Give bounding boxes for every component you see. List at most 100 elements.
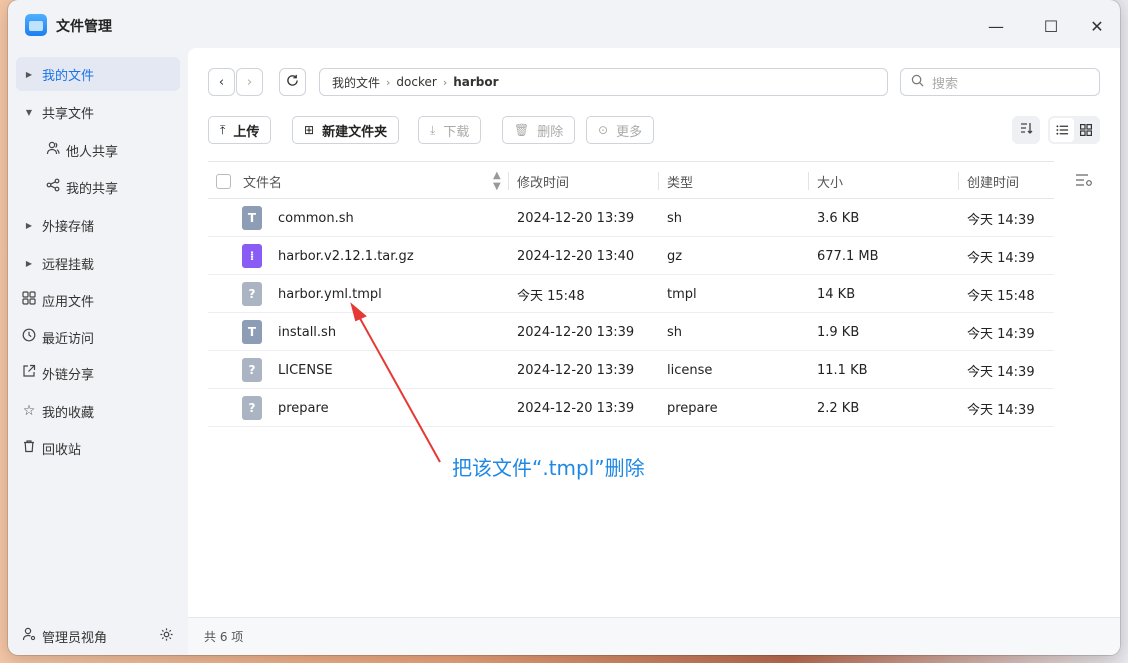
more-label: 更多 bbox=[616, 124, 643, 140]
sort-button[interactable] bbox=[1012, 116, 1040, 144]
users-icon bbox=[40, 141, 66, 159]
column-settings-icon[interactable] bbox=[1075, 172, 1093, 192]
file-modified: 2024-12-20 13:39 bbox=[517, 210, 635, 226]
more-button[interactable]: ⊙ 更多 bbox=[586, 116, 655, 144]
title-bar: 文件管理 — ☐ ✕ bbox=[8, 0, 1120, 50]
refresh-icon bbox=[286, 74, 299, 91]
unknown-file-icon: ? bbox=[242, 358, 262, 382]
sidebar-item-label: 外接存储 bbox=[42, 219, 95, 235]
upload-label: 上传 bbox=[233, 124, 260, 140]
new-folder-button[interactable]: ⊞ 新建文件夹 bbox=[292, 116, 400, 144]
chevron-right-icon: › bbox=[246, 74, 253, 90]
trash-icon: 🗑︎ bbox=[514, 123, 530, 137]
annotation-text: 把该文件“.tmpl”删除 bbox=[452, 456, 645, 480]
sidebar-item-label: 最近访问 bbox=[42, 331, 95, 347]
file-modified: 2024-12-20 13:39 bbox=[517, 324, 635, 340]
select-all-checkbox[interactable] bbox=[216, 162, 231, 200]
file-name: common.sh bbox=[278, 210, 354, 226]
table-header: 文件名 ▲ ▼ 修改时间 类型 大小 创建时间 bbox=[208, 161, 1054, 199]
file-created: 今天 14:39 bbox=[967, 364, 1035, 380]
sidebar-item-label: 我的收藏 bbox=[42, 405, 95, 421]
sort-arrows-icon[interactable]: ▲ ▼ bbox=[493, 162, 501, 200]
breadcrumb-item[interactable]: docker bbox=[396, 75, 436, 89]
settings-gear-icon[interactable] bbox=[159, 627, 174, 646]
file-name: install.sh bbox=[278, 324, 337, 340]
refresh-button[interactable] bbox=[279, 68, 306, 96]
column-header-size[interactable]: 大小 bbox=[817, 162, 843, 200]
share-icon bbox=[40, 178, 66, 196]
sidebar-item-label: 我的共享 bbox=[66, 181, 119, 197]
maximize-button[interactable]: ☐ bbox=[1037, 12, 1065, 40]
sidebar-item-label: 共享文件 bbox=[42, 106, 95, 122]
forward-button[interactable]: › bbox=[236, 68, 263, 96]
table-row[interactable]: ⁞ harbor.v2.12.1.tar.gz 2024-12-20 13:40… bbox=[208, 237, 1054, 275]
table-row[interactable]: T common.sh 2024-12-20 13:39 sh 3.6 KB 今… bbox=[208, 199, 1054, 237]
sidebar-item-external-share[interactable]: 外链分享 bbox=[16, 356, 180, 390]
chevron-right-icon: › bbox=[442, 75, 448, 89]
admin-user-icon bbox=[16, 627, 42, 645]
clock-icon bbox=[16, 328, 42, 346]
breadcrumb-item[interactable]: 我的文件 bbox=[332, 74, 380, 91]
file-size: 3.6 KB bbox=[817, 210, 860, 226]
sidebar-item-my-shares[interactable]: 我的共享 bbox=[40, 170, 180, 204]
sidebar-item-label: 应用文件 bbox=[42, 294, 95, 310]
download-label: 下载 bbox=[443, 124, 470, 140]
close-button[interactable]: ✕ bbox=[1083, 12, 1111, 40]
search-input[interactable]: 搜索 bbox=[900, 68, 1100, 96]
maximize-icon: ☐ bbox=[1043, 16, 1059, 36]
table-row[interactable]: T install.sh 2024-12-20 13:39 sh 1.9 KB … bbox=[208, 313, 1054, 351]
grid-view-icon[interactable] bbox=[1074, 118, 1098, 142]
sidebar-item-label: 他人共享 bbox=[66, 144, 119, 160]
caret-right-icon: ▶ bbox=[25, 258, 33, 268]
view-toggle bbox=[1048, 116, 1100, 144]
admin-view-label[interactable]: 管理员视角 bbox=[42, 627, 107, 646]
search-placeholder: 搜索 bbox=[932, 76, 959, 92]
file-table: 文件名 ▲ ▼ 修改时间 类型 大小 创建时间 T common.sh 2024-… bbox=[208, 161, 1054, 427]
sidebar-item-external-storage[interactable]: ▶ 外接存储 bbox=[16, 208, 180, 242]
sidebar-item-label: 外链分享 bbox=[42, 367, 95, 383]
file-size: 2.2 KB bbox=[817, 400, 860, 416]
file-manager-app-icon bbox=[25, 14, 47, 36]
column-header-created[interactable]: 创建时间 bbox=[967, 162, 1019, 200]
file-modified: 2024-12-20 13:39 bbox=[517, 362, 635, 378]
back-button[interactable]: ‹ bbox=[208, 68, 235, 96]
column-header-type[interactable]: 类型 bbox=[667, 162, 693, 200]
delete-button[interactable]: 🗑︎ 删除 bbox=[502, 116, 576, 144]
text-file-icon: T bbox=[242, 320, 262, 344]
file-name: harbor.yml.tmpl bbox=[278, 286, 382, 302]
upload-button[interactable]: ⤒ 上传 bbox=[208, 116, 272, 144]
app-title: 文件管理 bbox=[56, 19, 112, 35]
column-header-name[interactable]: 文件名 bbox=[243, 162, 282, 200]
delete-label: 删除 bbox=[537, 124, 564, 140]
table-row[interactable]: ? harbor.yml.tmpl 今天 15:48 tmpl 14 KB 今天… bbox=[208, 275, 1054, 313]
file-created: 今天 14:39 bbox=[967, 250, 1035, 266]
table-row[interactable]: ? LICENSE 2024-12-20 13:39 license 11.1 … bbox=[208, 351, 1054, 389]
file-name: harbor.v2.12.1.tar.gz bbox=[278, 248, 414, 264]
caret-right-icon: ▶ bbox=[25, 220, 33, 230]
file-size: 1.9 KB bbox=[817, 324, 860, 340]
file-manager-window: 文件管理 — ☐ ✕ ▶ 我的文件 ▼ 共享文件 他人共享 我的共享 ▶ 外接存… bbox=[8, 0, 1120, 655]
sidebar-item-favorites[interactable]: ☆ 我的收藏 bbox=[16, 394, 180, 428]
list-view-icon[interactable] bbox=[1050, 118, 1074, 142]
text-file-icon: T bbox=[242, 206, 262, 230]
sidebar-item-my-files[interactable]: ▶ 我的文件 bbox=[16, 57, 180, 91]
unknown-file-icon: ? bbox=[242, 396, 262, 420]
file-created: 今天 14:39 bbox=[967, 402, 1035, 418]
search-icon bbox=[911, 74, 924, 91]
sidebar-item-label: 我的文件 bbox=[42, 68, 95, 84]
sidebar-item-recent[interactable]: 最近访问 bbox=[16, 320, 180, 354]
sidebar-item-recycle-bin[interactable]: 回收站 bbox=[16, 431, 180, 465]
breadcrumb-current[interactable]: harbor bbox=[453, 75, 498, 89]
sidebar-item-shared-with-me[interactable]: 他人共享 bbox=[40, 133, 180, 167]
sidebar-item-label: 远程挂载 bbox=[42, 257, 95, 273]
minimize-icon: — bbox=[988, 16, 1004, 36]
new-folder-label: 新建文件夹 bbox=[322, 124, 388, 140]
download-button[interactable]: ⤓ 下载 bbox=[418, 116, 482, 144]
file-type: prepare bbox=[667, 400, 718, 416]
table-row[interactable]: ? prepare 2024-12-20 13:39 prepare 2.2 K… bbox=[208, 389, 1054, 427]
minimize-button[interactable]: — bbox=[982, 12, 1010, 40]
column-header-modified[interactable]: 修改时间 bbox=[517, 162, 569, 200]
sidebar-item-app-files[interactable]: 应用文件 bbox=[16, 283, 180, 317]
sidebar-item-remote-mount[interactable]: ▶ 远程挂载 bbox=[16, 246, 180, 280]
sidebar-item-shared-files[interactable]: ▼ 共享文件 bbox=[16, 95, 180, 129]
